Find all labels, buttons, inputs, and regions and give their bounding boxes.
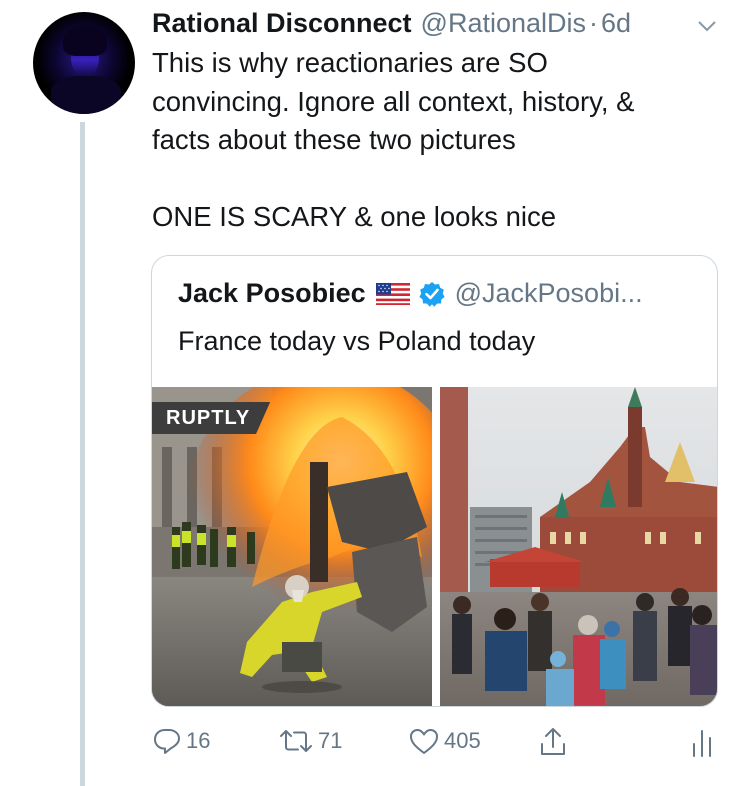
reply-count: 16: [186, 728, 211, 753]
separator: ·: [589, 8, 599, 38]
chevron-down-icon[interactable]: [697, 20, 717, 32]
photo-christmas-market-image: [440, 387, 717, 706]
ruptly-watermark: RUPTLY: [152, 402, 271, 434]
thread-line: [80, 122, 85, 786]
quoted-tweet[interactable]: Jack Posobiec @JackPosobi... France toda…: [151, 255, 718, 707]
analytics-button[interactable]: [690, 726, 714, 758]
quoted-display-name: Jack Posobiec: [178, 278, 366, 308]
retweet-button[interactable]: 71: [278, 726, 342, 756]
reply-button[interactable]: 16: [152, 726, 210, 756]
tweet-text-line: ONE IS SCARY & one looks nice: [152, 200, 557, 232]
like-button[interactable]: 405: [408, 726, 481, 756]
like-count: 405: [444, 728, 481, 753]
timestamp[interactable]: 6d: [601, 8, 631, 39]
photo-christmas-market[interactable]: [440, 387, 717, 706]
photo-protest-fire[interactable]: RUPTLY: [152, 387, 432, 706]
retweet-count: 71: [318, 728, 343, 753]
tweet-actions: 16 71 405: [150, 726, 720, 770]
tweet-text: This is why reactionaries are SO convinc…: [152, 44, 722, 236]
display-name[interactable]: Rational Disconnect: [152, 8, 412, 39]
quoted-tweet-text: France today vs Poland today: [178, 326, 536, 356]
tweet-text-line: This is why reactionaries are SO: [152, 47, 548, 78]
share-icon: [541, 728, 565, 755]
quoted-user-handle: @JackPosobi...: [454, 278, 643, 308]
photo-protest-fire-image: [152, 387, 432, 706]
tweet-text-line: facts about these two pictures: [152, 124, 516, 155]
quoted-tweet-header: Jack Posobiec @JackPosobi...: [178, 278, 643, 309]
verified-badge-icon: [419, 281, 445, 307]
us-flag-icon: [375, 282, 410, 305]
tweet-text-line: convincing. Ignore all context, history,…: [152, 85, 635, 117]
tweet-header: Rational Disconnect @RationalDis · 6d: [152, 8, 631, 42]
user-handle[interactable]: @RationalDis: [421, 8, 586, 39]
avatar[interactable]: [33, 12, 135, 114]
reply-icon: [154, 729, 180, 754]
retweet-icon: [280, 730, 312, 752]
share-button[interactable]: [538, 726, 568, 758]
heart-icon: [410, 729, 438, 754]
analytics-icon: [693, 730, 711, 757]
